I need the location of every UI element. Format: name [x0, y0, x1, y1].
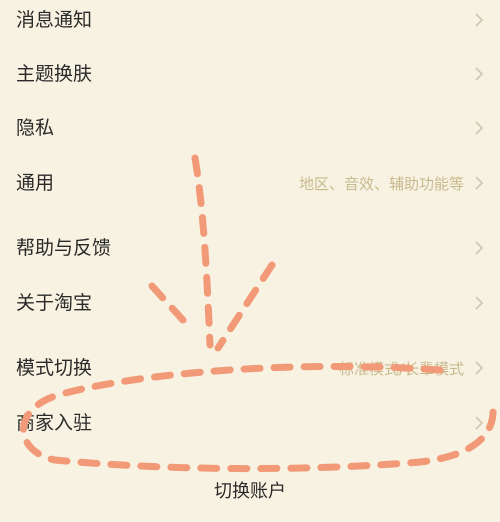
menu-item-notifications[interactable]: 消息通知 — [0, 0, 500, 40]
menu-item-merchant-join[interactable]: 商家入驻 — [0, 403, 500, 443]
menu-item-about-taobao[interactable]: 关于淘宝 — [0, 283, 500, 323]
menu-item-label: 隐私 — [16, 117, 55, 139]
chevron-right-icon — [475, 121, 484, 135]
chevron-right-icon — [475, 296, 484, 310]
chevron-right-icon — [475, 416, 484, 430]
menu-item-mode-switch[interactable]: 模式切换 标准模式/长辈模式 — [0, 348, 500, 388]
chevron-right-icon — [475, 176, 484, 190]
menu-item-label: 商家入驻 — [16, 412, 93, 434]
switch-account-button[interactable]: 切换账户 — [0, 476, 500, 508]
menu-item-general[interactable]: 通用 地区、音效、辅助功能等 — [0, 163, 500, 203]
menu-item-label: 通用 — [16, 172, 55, 194]
menu-item-privacy[interactable]: 隐私 — [0, 108, 500, 148]
menu-item-label: 主题换肤 — [16, 63, 93, 85]
chevron-right-icon — [475, 241, 484, 255]
chevron-right-icon — [475, 13, 484, 27]
menu-item-detail: 标准模式/长辈模式 — [338, 359, 464, 378]
menu-item-label: 消息通知 — [16, 9, 93, 31]
menu-item-label: 模式切换 — [16, 357, 93, 379]
menu-item-detail: 地区、音效、辅助功能等 — [298, 174, 464, 193]
menu-item-label: 关于淘宝 — [16, 292, 93, 314]
chevron-right-icon — [475, 361, 484, 375]
chevron-right-icon — [475, 67, 484, 81]
menu-item-theme[interactable]: 主题换肤 — [0, 54, 500, 94]
menu-item-label: 帮助与反馈 — [16, 237, 112, 259]
menu-item-help-feedback[interactable]: 帮助与反馈 — [0, 228, 500, 268]
